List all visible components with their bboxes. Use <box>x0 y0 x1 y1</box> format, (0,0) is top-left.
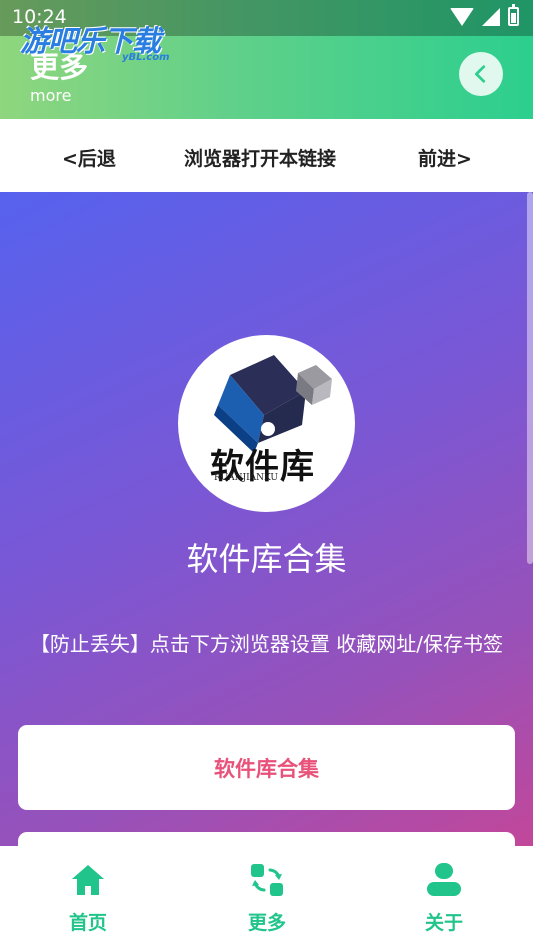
user-icon <box>427 863 461 896</box>
wifi-icon <box>450 7 474 26</box>
battery-icon <box>508 4 519 26</box>
tab-about[interactable]: 关于 <box>384 846 504 948</box>
bottom-tab-bar: 首页 更多 关于 <box>0 846 533 948</box>
chevron-left-icon <box>475 65 486 83</box>
header: 10:24 更多 more 游吧乐下载 yBL.com <box>0 0 533 119</box>
nav-back-link[interactable]: <后退 <box>62 144 116 171</box>
signal-icon <box>482 7 500 26</box>
watermark-sub: yBL.com <box>122 52 170 63</box>
more-icon <box>251 864 283 896</box>
open-in-browser-link[interactable]: 浏览器打开本链接 <box>184 144 336 171</box>
collection-button[interactable]: 软件库合集 <box>18 725 515 810</box>
tab-home[interactable]: 首页 <box>28 846 148 948</box>
collection-title: 软件库合集 <box>186 540 347 578</box>
bookmark-notice: 【防止丢失】点击下方浏览器设置 收藏网址/保存书签 <box>29 632 504 656</box>
tab-more-label: 更多 <box>247 912 286 934</box>
back-button[interactable] <box>459 52 503 96</box>
tab-home-label: 首页 <box>68 912 107 934</box>
tab-more[interactable]: 更多 <box>207 846 327 948</box>
page-subtitle: more <box>30 86 72 105</box>
tab-about-label: 关于 <box>424 912 463 934</box>
app-logo: 软件库 RUANJIANKU <box>178 335 355 512</box>
second-card[interactable] <box>18 832 515 846</box>
home-icon <box>72 865 104 895</box>
logo-sublabel: RUANJIANKU <box>214 473 278 483</box>
browser-nav-bar: <后退 浏览器打开本链接 前进> <box>0 119 533 192</box>
main-content: 软件库 RUANJIANKU 软件库合集 【防止丢失】点击下方浏览器设置 收藏网… <box>0 192 533 846</box>
status-icons <box>450 4 519 26</box>
nav-forward-link[interactable]: 前进> <box>418 144 472 171</box>
scrollbar[interactable] <box>527 192 533 564</box>
